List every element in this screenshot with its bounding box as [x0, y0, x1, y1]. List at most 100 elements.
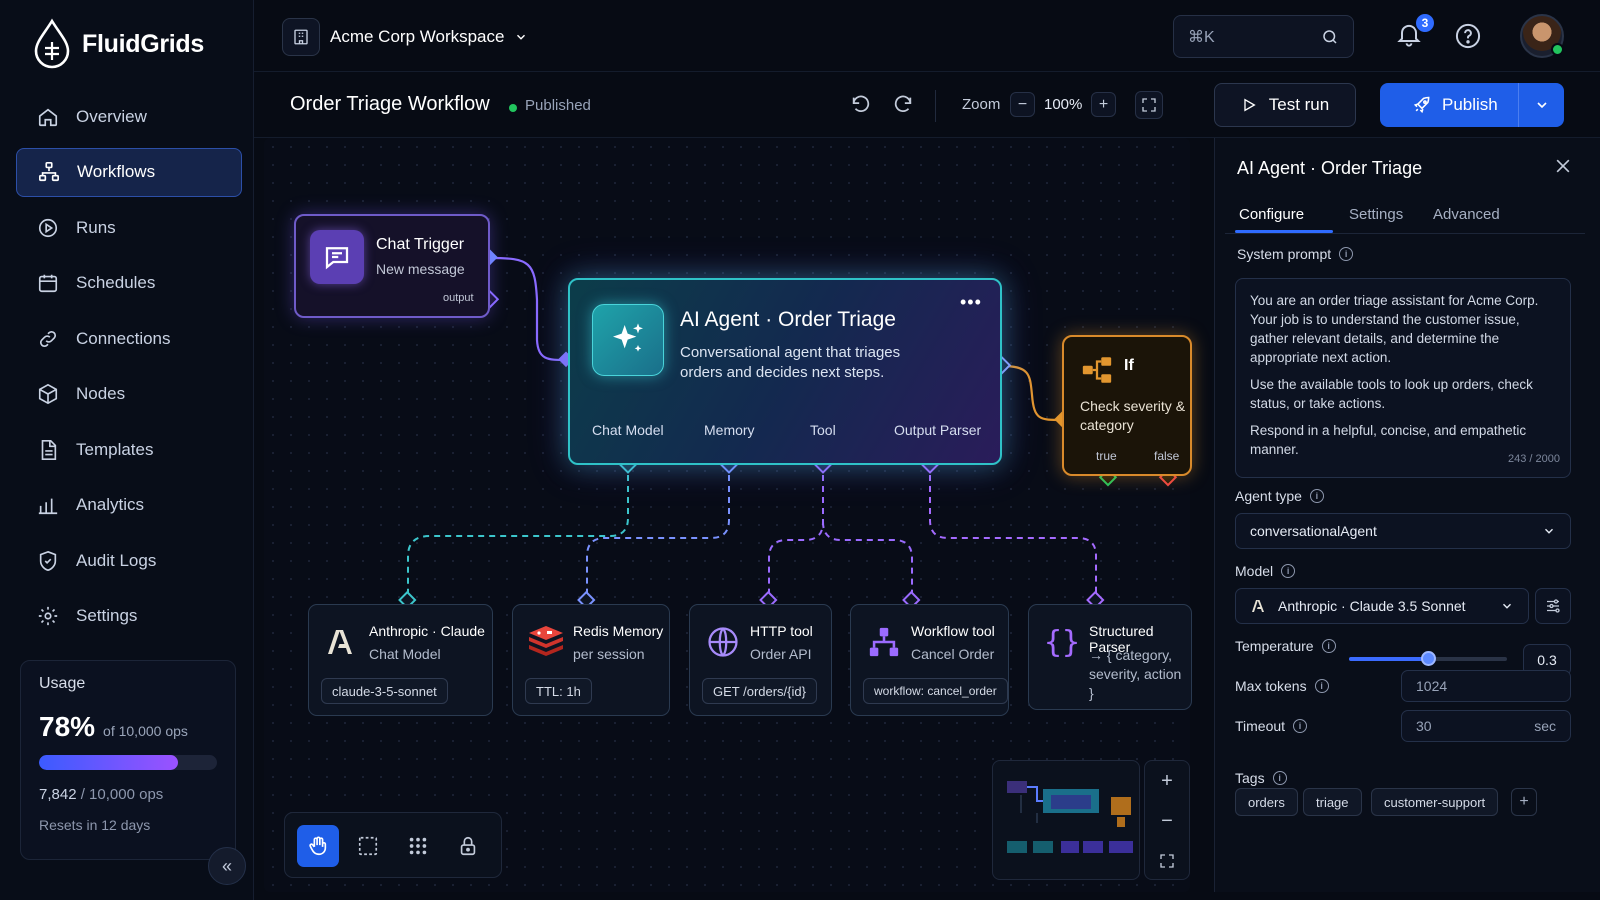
sidebar-item-label: Templates — [76, 439, 154, 459]
grid-tool-button[interactable] — [397, 825, 439, 867]
sidebar-item-runs[interactable]: Runs — [16, 203, 242, 252]
close-icon[interactable] — [1553, 156, 1573, 176]
model-select-content: Anthropic · Claude 3.5 Sonnet — [1250, 598, 1466, 614]
collapse-sidebar-button[interactable]: « — [208, 847, 246, 885]
info-icon[interactable]: i — [1314, 679, 1329, 693]
gear-icon — [36, 604, 60, 628]
document-icon — [36, 438, 60, 462]
chevrons-left-icon: « — [221, 855, 232, 876]
app-logo[interactable]: FluidGrids — [32, 18, 204, 70]
more-options-icon[interactable]: ••• — [960, 292, 982, 313]
sidebar-item-nodes[interactable]: Nodes — [16, 370, 242, 419]
prompt-paragraph: Use the available tools to look up order… — [1250, 377, 1533, 411]
port-label-chat-model: Chat Model — [592, 422, 664, 438]
subnode-http-tool[interactable]: HTTP tool Order API GET /orders/{id} — [689, 604, 832, 716]
publish-main[interactable]: Publish — [1380, 83, 1518, 127]
model-label: Model i — [1235, 563, 1296, 579]
field-label: Temperature — [1235, 638, 1314, 654]
sidebar-nav: Overview Workflows Runs Schedules Connec… — [16, 92, 242, 647]
minimap-zoom-out-button[interactable]: − — [1145, 801, 1189, 841]
workspace-name: Acme Corp Workspace — [330, 27, 505, 46]
tags-label: Tags i — [1235, 770, 1287, 786]
workflow-icon — [37, 160, 61, 184]
ai-agent-node[interactable]: AI Agent · Order Triage Conversational a… — [568, 278, 1002, 465]
lock-tool-button[interactable] — [447, 825, 489, 867]
subnode-workflow-tool[interactable]: Workflow tool Cancel Order workflow: can… — [850, 604, 1009, 716]
sidebar-item-analytics[interactable]: Analytics — [16, 481, 242, 530]
temperature-label: Temperature i — [1235, 638, 1336, 654]
field-label: Timeout — [1235, 718, 1286, 734]
tag-chip[interactable]: triage — [1303, 788, 1362, 816]
select-tool-button[interactable] — [347, 825, 389, 867]
timeout-input[interactable]: 30 sec — [1401, 710, 1571, 742]
node-description: Check severity & category — [1080, 398, 1186, 433]
usage-percent: 78% — [39, 711, 96, 742]
model-settings-button[interactable] — [1535, 588, 1571, 624]
node-title: AI Agent · Order Triage — [680, 308, 896, 331]
undo-icon[interactable] — [850, 94, 872, 116]
notification-badge: 3 — [1414, 12, 1436, 34]
sidebar-item-overview[interactable]: Overview — [16, 92, 242, 141]
chat-bubble-icon — [310, 230, 364, 284]
info-icon[interactable]: i — [1309, 489, 1324, 503]
info-icon[interactable]: i — [1281, 564, 1296, 578]
test-run-button[interactable]: Test run — [1214, 83, 1356, 127]
sidebar-item-settings[interactable]: Settings — [16, 592, 242, 641]
zoom-in-button[interactable]: + — [1091, 92, 1116, 117]
subnode-redis-memory[interactable]: Redis Memory per session TTL: 1h — [512, 604, 670, 716]
sidebar-item-label: Nodes — [76, 384, 126, 403]
info-icon[interactable]: i — [1339, 247, 1354, 261]
tag-chip[interactable]: orders — [1235, 788, 1298, 816]
command-search[interactable]: ⌘K — [1173, 15, 1354, 58]
system-prompt-textarea[interactable]: You are an order triage assistant for Ac… — [1235, 278, 1571, 478]
subnode-anthropic-claude[interactable]: Anthropic · Claude Chat Model claude-3-5… — [308, 604, 493, 716]
subnode-structured-parser[interactable]: {} Structured Parser → { category, sever… — [1028, 604, 1192, 710]
search-icon — [1321, 28, 1339, 46]
sidebar-item-schedules[interactable]: Schedules — [16, 259, 242, 308]
minimap[interactable] — [992, 760, 1140, 880]
tab-configure[interactable]: Configure — [1239, 206, 1304, 223]
calendar-icon — [36, 271, 60, 295]
info-icon[interactable]: i — [1272, 771, 1287, 785]
building-icon — [282, 18, 320, 56]
sidebar-item-audit-logs[interactable]: Audit Logs — [16, 536, 242, 585]
slider-thumb[interactable] — [1421, 651, 1436, 666]
add-tag-button[interactable]: + — [1511, 788, 1537, 816]
publish-button[interactable]: Publish — [1380, 83, 1564, 127]
model-select[interactable]: Anthropic · Claude 3.5 Sonnet — [1235, 588, 1529, 624]
minimap-fit-button[interactable] — [1145, 841, 1189, 881]
temperature-slider[interactable] — [1349, 651, 1507, 666]
sidebar-item-templates[interactable]: Templates — [16, 425, 242, 474]
workspace-switcher[interactable]: Acme Corp Workspace — [282, 18, 528, 56]
page-title[interactable]: Order Triage Workflow — [290, 93, 490, 116]
minimap-zoom-in-button[interactable]: + — [1145, 761, 1189, 801]
hand-tool-button[interactable] — [297, 825, 339, 867]
sidebar-item-workflows[interactable]: Workflows — [16, 147, 242, 197]
cube-icon — [36, 382, 60, 406]
tab-settings[interactable]: Settings — [1349, 206, 1403, 223]
zoom-out-button[interactable]: − — [1010, 92, 1035, 117]
dot-grid-icon — [407, 835, 429, 857]
agent-type-select[interactable]: conversationalAgent — [1235, 513, 1571, 549]
help-icon[interactable] — [1454, 22, 1482, 50]
status-dot — [509, 104, 517, 112]
if-node[interactable]: If Check severity & category true false — [1062, 335, 1192, 476]
system-prompt-label: System prompt i — [1237, 246, 1354, 262]
redo-icon[interactable] — [892, 94, 914, 116]
node-title: Chat Trigger — [376, 236, 465, 253]
publish-options-button[interactable] — [1518, 83, 1564, 127]
tab-advanced[interactable]: Advanced — [1433, 206, 1500, 223]
info-icon[interactable]: i — [1293, 719, 1308, 733]
panel-title: AI Agent · Order Triage — [1237, 158, 1423, 178]
info-icon[interactable]: i — [1321, 639, 1336, 653]
tag-chip[interactable]: customer-support — [1371, 788, 1499, 816]
character-count: 243 / 2000 — [1508, 453, 1560, 465]
chat-trigger-node[interactable]: Chat Trigger New message output — [294, 214, 490, 318]
sidebar-item-connections[interactable]: Connections — [16, 314, 242, 363]
usage-progress-fill — [39, 755, 178, 770]
node-title: HTTP tool — [750, 623, 813, 639]
port-label-memory: Memory — [704, 422, 755, 438]
fit-view-button[interactable] — [1135, 91, 1163, 119]
max-tokens-input[interactable]: 1024 — [1401, 670, 1571, 702]
node-subtitle: Order API — [750, 646, 812, 662]
